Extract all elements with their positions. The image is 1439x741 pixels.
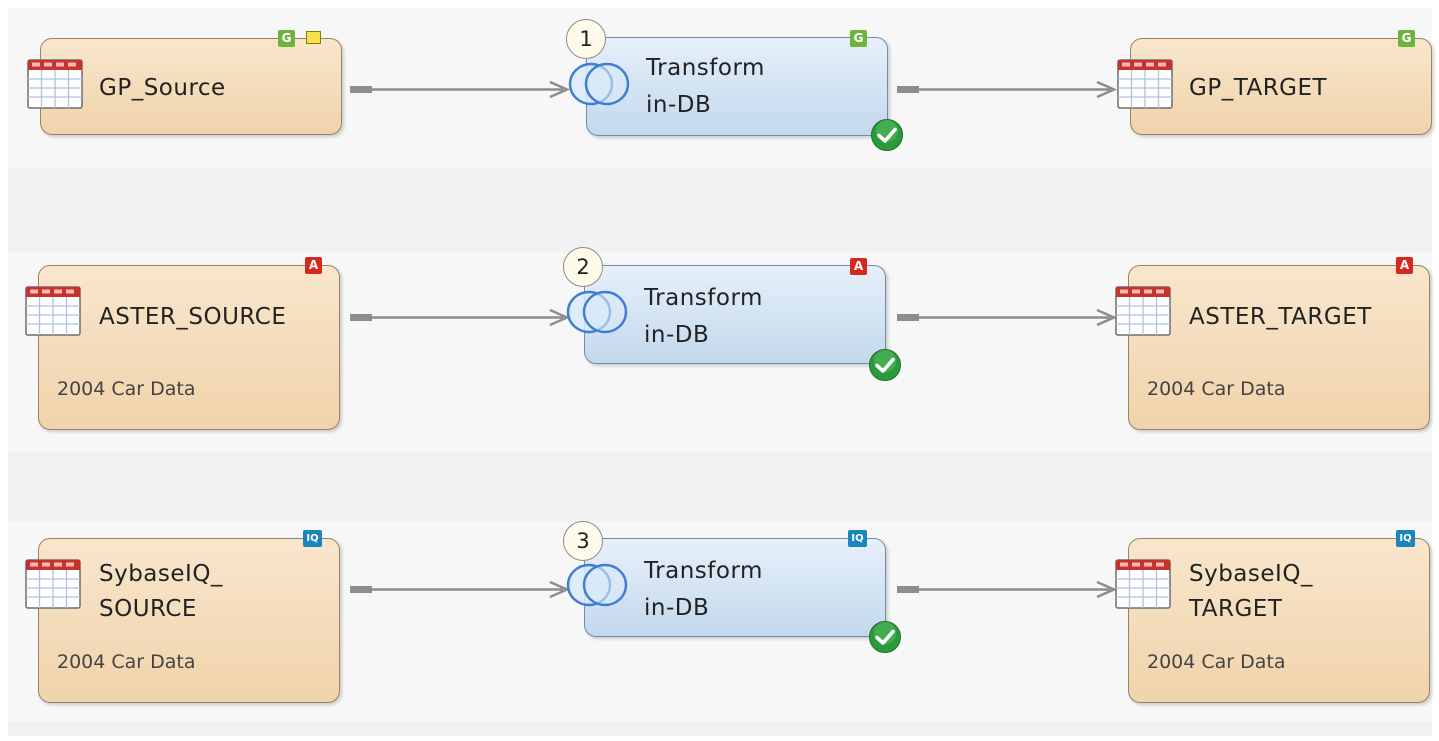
node-description: 2004 Car Data	[57, 378, 196, 400]
sequence-number-badge: 1	[566, 19, 606, 59]
greenplum-badge-icon: G	[850, 30, 867, 47]
source-table-node[interactable]: ASTER_SOURCE 2004 Car Data	[38, 265, 340, 430]
flow-arrow	[897, 80, 1118, 99]
flow-arrow	[350, 80, 571, 99]
node-description: 2004 Car Data	[57, 651, 196, 673]
target-table-node[interactable]: GP_TARGET	[1130, 38, 1432, 135]
table-icon	[1115, 286, 1171, 336]
table-icon	[25, 559, 81, 609]
transform-in-db-icon	[565, 561, 629, 609]
node-label: GP_TARGET	[1189, 75, 1328, 101]
node-label-line2: in-DB	[646, 92, 712, 118]
node-label-line1: Transform	[646, 55, 765, 81]
table-icon	[1115, 559, 1171, 609]
node-label: ASTER_TARGET	[1189, 304, 1372, 330]
green-check-icon	[868, 620, 902, 654]
sybase-iq-badge-icon: IQ	[848, 530, 867, 547]
sybase-iq-badge-icon: IQ	[303, 530, 322, 547]
node-label-line2: in-DB	[644, 595, 710, 621]
table-icon	[27, 59, 83, 109]
transform-in-db-node[interactable]: Transform in-DB	[586, 37, 888, 136]
green-check-icon	[870, 118, 904, 152]
node-label-line2: SOURCE	[99, 596, 197, 622]
green-check-icon	[868, 348, 902, 382]
source-table-node[interactable]: GP_Source	[40, 38, 342, 135]
node-label: ASTER_SOURCE	[99, 304, 287, 330]
flow-arrow	[897, 580, 1118, 599]
flow-arrow	[350, 580, 571, 599]
node-label-line2: TARGET	[1189, 596, 1283, 622]
target-table-node[interactable]: SybaseIQ_ TARGET 2004 Car Data	[1128, 538, 1430, 703]
aster-badge-icon: A	[1396, 257, 1413, 274]
transform-in-db-icon	[567, 60, 631, 108]
node-label-line1: Transform	[644, 285, 763, 311]
sequence-number-badge: 3	[563, 521, 603, 561]
node-label-line1: SybaseIQ_	[99, 561, 223, 587]
transform-in-db-icon	[565, 288, 629, 336]
greenplum-badge-icon: G	[1398, 30, 1415, 47]
target-table-node[interactable]: ASTER_TARGET 2004 Car Data	[1128, 265, 1430, 430]
note-icon[interactable]	[306, 31, 321, 44]
flow-arrow	[350, 308, 571, 327]
transform-in-db-node[interactable]: Transform in-DB	[584, 265, 886, 364]
node-label-line1: Transform	[644, 558, 763, 584]
node-label: GP_Source	[99, 75, 226, 101]
greenplum-badge-icon: G	[278, 30, 295, 47]
table-icon	[25, 286, 81, 336]
aster-badge-icon: A	[850, 258, 867, 275]
source-table-node[interactable]: SybaseIQ_ SOURCE 2004 Car Data	[38, 538, 340, 703]
node-label-line1: SybaseIQ_	[1189, 561, 1313, 587]
sybase-iq-badge-icon: IQ	[1396, 530, 1415, 547]
aster-badge-icon: A	[305, 257, 322, 274]
sequence-number-badge: 2	[563, 247, 603, 287]
node-description: 2004 Car Data	[1147, 378, 1286, 400]
node-description: 2004 Car Data	[1147, 651, 1286, 673]
table-icon	[1117, 59, 1173, 109]
transform-in-db-node[interactable]: Transform in-DB	[584, 538, 886, 637]
flow-arrow	[897, 308, 1118, 327]
node-label-line2: in-DB	[644, 322, 710, 348]
